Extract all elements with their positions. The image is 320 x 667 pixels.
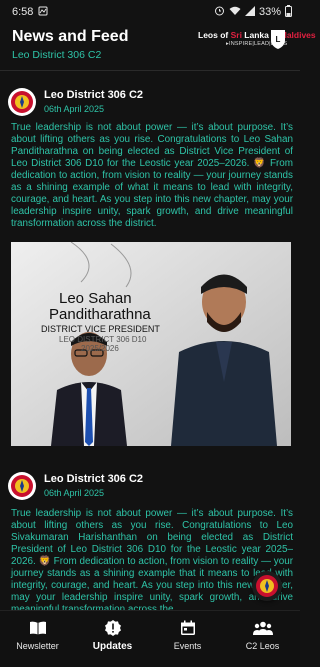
image-name-line1: Leo Sahan [59, 290, 132, 307]
nav-label: Updates [92, 641, 133, 652]
post-date: 06th April 2025 [44, 104, 105, 114]
post-author: Leo District 306 C2 [44, 89, 144, 101]
post-image[interactable]: Leo Sahan Panditharathna DISTRICT VICE P… [11, 242, 291, 446]
status-bar: 6:58 33% [0, 0, 300, 24]
calendar-icon [178, 619, 198, 637]
post-header: Leo District 306 C2 06th April 2025 [8, 470, 288, 506]
post-body: True leadership is not about power — it’… [11, 122, 293, 229]
people-icon [252, 619, 273, 637]
bottom-navigation: Newsletter Updates Events C2 Leos [0, 610, 300, 667]
battery-icon [285, 4, 292, 20]
alarm-icon [214, 5, 225, 19]
svg-text:L: L [276, 35, 281, 44]
battery-text: 33% [258, 6, 281, 18]
leo-emblem-icon: L [271, 30, 285, 49]
alert-icon [103, 619, 123, 637]
post-author: Leo District 306 C2 [44, 473, 144, 485]
image-year: 2025/2026 [81, 344, 119, 353]
avatar [8, 472, 36, 500]
floating-logo-button[interactable] [252, 571, 282, 601]
post-body: True leadership is not about power — it’… [11, 508, 293, 610]
signal-icon [244, 5, 255, 19]
image-role: DISTRICT VICE PRESIDENT [41, 324, 160, 334]
nav-events[interactable]: Events [150, 611, 225, 667]
post-header: Leo District 306 C2 06th April 2025 [8, 86, 288, 122]
book-icon [28, 619, 48, 637]
app-header: News and Feed Leo District 306 C2 Leos o… [0, 26, 316, 66]
post-date: 06th April 2025 [44, 488, 105, 498]
leos-logo: Leos of Sri Lanka & Maldives ▸INSPIRE|LE… [198, 28, 316, 60]
nav-newsletter[interactable]: Newsletter [0, 611, 75, 667]
status-time: 6:58 [12, 6, 34, 18]
avatar [8, 88, 36, 116]
image-name-line2: Panditharathna [49, 306, 151, 323]
image-district: LEO DISTRICT 306 D10 [59, 335, 147, 344]
notification-icon [38, 6, 48, 19]
nav-c2-leos[interactable]: C2 Leos [225, 611, 300, 667]
nav-label: C2 Leos [245, 641, 280, 651]
leo-emblem-icon [256, 575, 278, 597]
wifi-icon [229, 6, 241, 19]
nav-label: Events [173, 641, 202, 651]
news-feed[interactable]: Leo District 306 C2 06th April 2025 True… [0, 72, 300, 610]
nav-label: Newsletter [16, 641, 59, 651]
header-divider [0, 70, 300, 71]
nav-updates[interactable]: Updates [75, 611, 150, 667]
